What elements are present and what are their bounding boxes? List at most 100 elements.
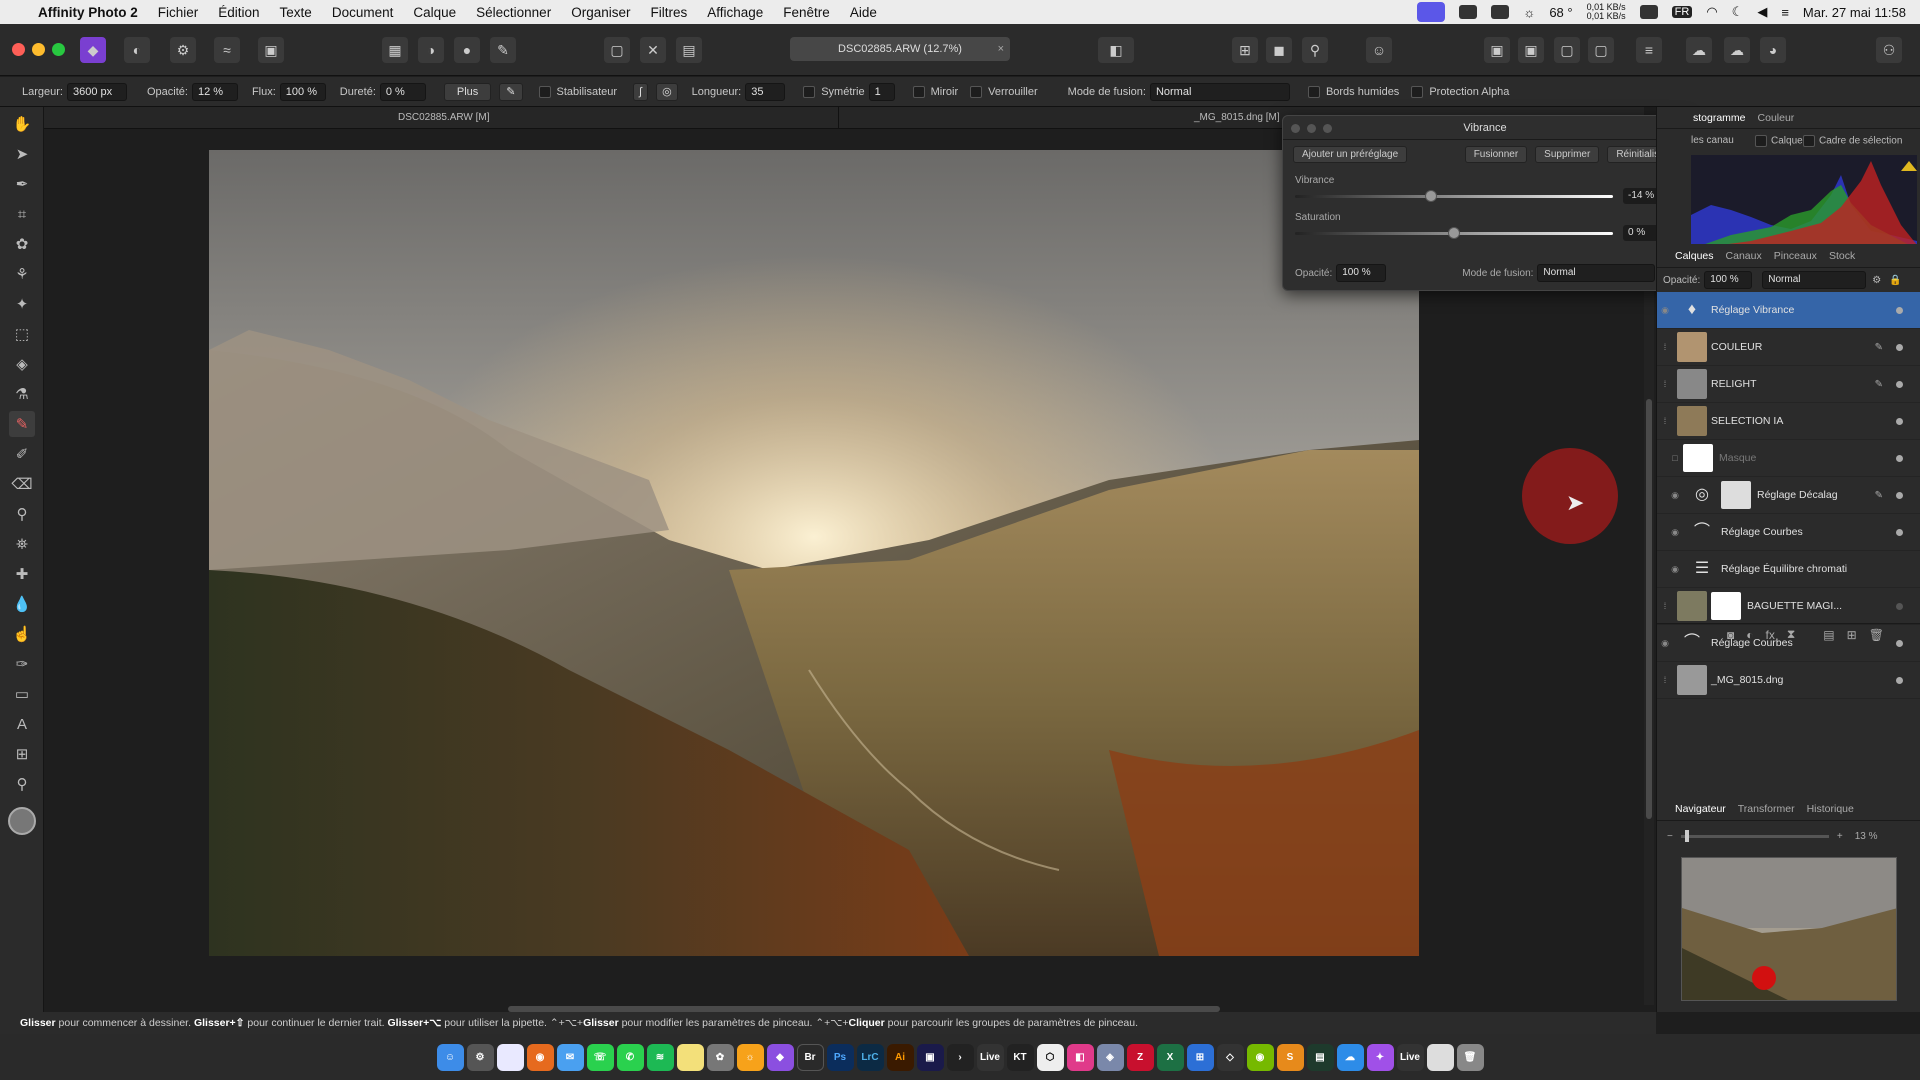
tab-history[interactable]: Historique	[1801, 803, 1860, 815]
layer-row[interactable]: ◉ ♦ Réglage Vibrance	[1657, 292, 1920, 329]
visibility-icon[interactable]: ◉	[1657, 305, 1673, 316]
live-filter-icon[interactable]: ⧗	[1787, 627, 1795, 642]
magnet-icon[interactable]: ⚲	[1302, 37, 1328, 63]
app-icon[interactable]: ▣	[916, 1043, 944, 1071]
develop-persona-icon[interactable]: ⚙	[170, 37, 196, 63]
delete-button[interactable]: Supprimer	[1535, 146, 1600, 163]
snap-icon[interactable]: ⊞	[1232, 37, 1258, 63]
layers-lock-icon[interactable]: 🔒	[1889, 275, 1901, 286]
dialog-opacity-field[interactable]: 100 %	[1336, 264, 1387, 282]
close-window-button[interactable]	[12, 43, 25, 56]
layers-blend-select[interactable]: Normal	[1762, 271, 1867, 289]
pen-tool-icon[interactable]: ✑	[9, 651, 35, 677]
symmetry-checkbox[interactable]	[803, 85, 816, 98]
app-menu[interactable]: Affinity Photo 2	[38, 5, 138, 20]
ai-tools-icon[interactable]: ☁	[1686, 37, 1712, 63]
app-icon[interactable]: ✦	[1366, 1043, 1394, 1071]
liquify-persona-icon[interactable]: ◐	[124, 37, 150, 63]
ai-remove-icon[interactable]: ☁	[1724, 37, 1750, 63]
alpha-protect-checkbox[interactable]	[1411, 85, 1424, 98]
tab-color[interactable]: Couleur	[1752, 112, 1801, 124]
lightroom-icon[interactable]: LrC	[856, 1043, 884, 1071]
screen-share-icon[interactable]	[1417, 2, 1446, 22]
app-icon[interactable]: ▤	[1306, 1043, 1334, 1071]
arrange-icon[interactable]: ◼	[1266, 37, 1292, 63]
invert-selection-icon[interactable]: ▤	[676, 37, 702, 63]
flood-fill-tool-icon[interactable]: ⚘	[9, 261, 35, 287]
camera-icon[interactable]	[1491, 5, 1510, 19]
wet-edges-checkbox[interactable]	[1307, 85, 1320, 98]
healing-tool-icon[interactable]: ✚	[9, 561, 35, 587]
tone-map-persona-icon[interactable]: ≈	[214, 37, 240, 63]
layer-row[interactable]: ⁞ BAGUETTE MAGI...	[1657, 588, 1920, 625]
control-center-icon[interactable]: ≡	[1781, 5, 1789, 20]
mail-icon[interactable]: ✉	[556, 1043, 584, 1071]
brush-settings-icon[interactable]: ✎	[499, 82, 523, 101]
excel-icon[interactable]: X	[1156, 1043, 1184, 1071]
app-icon[interactable]: KT	[1006, 1043, 1034, 1071]
zoom-out-icon[interactable]: −	[1667, 831, 1673, 842]
fx-icon[interactable]: fx	[1766, 628, 1775, 642]
selection-brush-tool-icon[interactable]: ✿	[9, 231, 35, 257]
sun-icon[interactable]: ☼	[1523, 5, 1535, 20]
messages-icon[interactable]: ✆	[616, 1043, 644, 1071]
tab-stock[interactable]: Stock	[1823, 250, 1861, 262]
adjustment-icon[interactable]: ◐	[1746, 628, 1753, 642]
fill-tool-icon[interactable]: ◈	[9, 351, 35, 377]
layer-row[interactable]: ⁞ _MG_8015.dng	[1657, 662, 1920, 699]
whatsapp-icon[interactable]: ☏	[586, 1043, 614, 1071]
tab-layers[interactable]: Calques	[1669, 250, 1720, 262]
blend-mode-select[interactable]: Normal	[1149, 82, 1290, 101]
group-icon[interactable]: ▤	[1823, 628, 1834, 642]
system-settings-icon[interactable]: ⚙	[466, 1043, 494, 1071]
marquee-tool-icon[interactable]: ⬚	[9, 321, 35, 347]
menu-document[interactable]: Document	[332, 5, 394, 20]
firefox-icon[interactable]: ◉	[526, 1043, 554, 1071]
app-icon[interactable]: ✿	[706, 1043, 734, 1071]
affinity-photo-icon[interactable]: ◆	[766, 1043, 794, 1071]
opacity-field[interactable]: 12 %	[191, 82, 238, 101]
boolean-intersect-icon[interactable]: ▢	[1554, 37, 1580, 63]
live-icon[interactable]: Live	[976, 1043, 1004, 1071]
histogram-layer-option[interactable]: Calque	[1755, 135, 1803, 147]
pixel-tool-icon[interactable]: ✐	[9, 441, 35, 467]
smudge-tool-icon[interactable]: ☝	[9, 621, 35, 647]
assistant-icon[interactable]: ☺	[1366, 37, 1392, 63]
nvidia-icon[interactable]: ◉	[1246, 1043, 1274, 1071]
menu-texte[interactable]: Texte	[280, 5, 312, 20]
tab-transform[interactable]: Transformer	[1732, 803, 1801, 815]
dialog-minimize-button[interactable]	[1307, 124, 1316, 133]
layers-gear-icon[interactable]: ⚙	[1872, 275, 1881, 286]
saturation-slider[interactable]: 0 %	[1295, 223, 1675, 243]
erase-brush-tool-icon[interactable]: ⌫	[9, 471, 35, 497]
zoom-value[interactable]: 13 %	[1855, 831, 1878, 842]
layer-row[interactable]: ⁞ COULEUR ✎	[1657, 329, 1920, 366]
menu-affichage[interactable]: Affichage	[707, 5, 763, 20]
tab-histogram[interactable]: stogramme	[1687, 112, 1752, 124]
menu-calque[interactable]: Calque	[413, 5, 456, 20]
histogram-channels-option[interactable]: les canau	[1691, 135, 1734, 146]
export-persona-icon[interactable]: ▣	[258, 37, 284, 63]
language[interactable]: FR	[1671, 6, 1693, 18]
unity-hub-icon[interactable]: ◇	[1216, 1043, 1244, 1071]
tab-navigator[interactable]: Navigateur	[1669, 803, 1732, 815]
tab-doc2[interactable]: _MG_8015.dng [M]	[1194, 112, 1280, 123]
vibrance-slider[interactable]: -14 %	[1295, 186, 1675, 206]
wifi-icon[interactable]: ◠	[1706, 4, 1717, 20]
bridge-icon[interactable]: Br	[796, 1043, 824, 1071]
ai-extend-icon[interactable]: ◕	[1760, 37, 1786, 63]
trash-icon[interactable]: 🗑	[1869, 628, 1884, 642]
menu-organiser[interactable]: Organiser	[571, 5, 630, 20]
finder-icon[interactable]: ☺	[436, 1043, 464, 1071]
width-field[interactable]: 3600 px	[66, 82, 127, 101]
close-document-icon[interactable]: ×	[998, 43, 1004, 55]
document-title[interactable]: DSC02885.ARW (12.7%) ×	[790, 37, 1010, 61]
move-tool-icon[interactable]: ➤	[9, 141, 35, 167]
document-canvas[interactable]	[209, 150, 1419, 956]
paint-brush-tool-icon[interactable]: ✎	[9, 411, 35, 437]
layer-row[interactable]: ◉ ◎ Réglage Décalag ✎	[1657, 477, 1920, 514]
preview-icon[interactable]	[496, 1043, 524, 1071]
add-preset-button[interactable]: Ajouter un préréglage	[1293, 146, 1408, 163]
icloud-icon[interactable]: ☁	[1336, 1043, 1364, 1071]
layer-row[interactable]: ⁞ RELIGHT ✎	[1657, 366, 1920, 403]
